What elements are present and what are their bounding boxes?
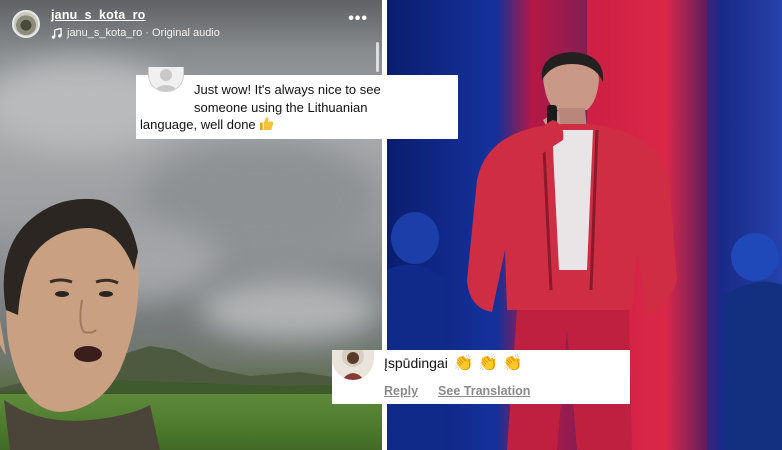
- comment-card-top: Just wow! It's always nice to see someon…: [136, 67, 458, 139]
- video-header: janu_s_kota_ro janu_s_kota_ro · Original…: [0, 0, 382, 72]
- comment-line: language, well done: [140, 117, 256, 132]
- reply-button[interactable]: Reply: [384, 384, 418, 398]
- left-video-panel: [0, 0, 382, 450]
- commenter-avatar[interactable]: [332, 350, 374, 380]
- comment-word: Įspūdingai: [384, 355, 448, 371]
- more-horizontal-icon[interactable]: •••: [348, 10, 368, 28]
- clapping-hands-icon: 👏 👏 👏: [453, 355, 523, 372]
- scroll-indicator: [376, 42, 379, 72]
- commenter-avatar[interactable]: [148, 67, 184, 92]
- comment-card-bottom: Įspūdingai 👏 👏 👏 Reply See Translation: [332, 350, 630, 404]
- background-dancer: [725, 233, 782, 450]
- comment-line: someone using the Lithuanian: [194, 99, 368, 115]
- man-face: [0, 198, 160, 450]
- see-translation-button[interactable]: See Translation: [438, 384, 530, 398]
- audio-info[interactable]: janu_s_kota_ro · Original audio: [51, 27, 220, 39]
- comment-line-last: language, well done: [140, 116, 274, 132]
- music-note-icon: [51, 27, 62, 39]
- comment-line: Just wow! It's always nice to see: [194, 82, 381, 97]
- comment-text: Įspūdingai 👏 👏 👏: [384, 353, 522, 373]
- comment-actions: Reply See Translation: [384, 384, 530, 398]
- comment-text: Just wow! It's always nice to see someon…: [194, 81, 454, 116]
- username-link[interactable]: janu_s_kota_ro: [51, 8, 146, 22]
- audio-label: janu_s_kota_ro · Original audio: [67, 27, 220, 39]
- user-avatar[interactable]: [12, 10, 40, 38]
- thumbs-up-icon: [260, 116, 274, 131]
